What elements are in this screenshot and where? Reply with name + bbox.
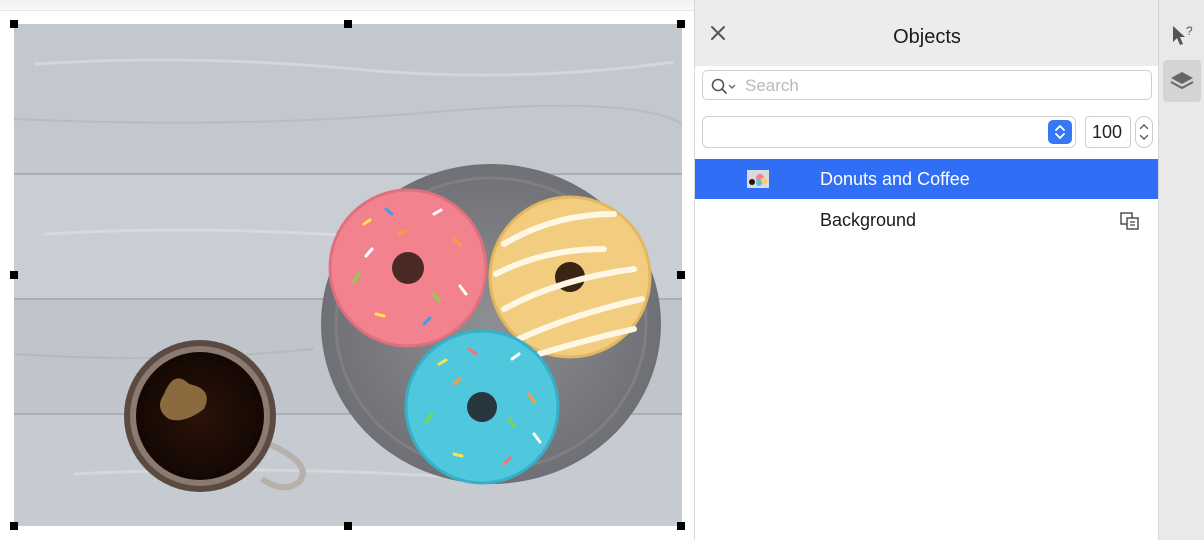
docker-header: Objects	[695, 0, 1159, 66]
donuts-and-coffee-image[interactable]	[14, 24, 682, 526]
objects-layers-icon	[1170, 72, 1194, 90]
chevron-up-down-icon[interactable]	[1048, 120, 1072, 144]
hints-icon[interactable]: ?	[1159, 16, 1204, 56]
search-box[interactable]	[702, 70, 1152, 100]
selection-handle-top[interactable]	[344, 20, 352, 28]
object-row-label: Background	[820, 210, 917, 230]
selection-handle-right[interactable]	[677, 271, 685, 279]
object-row-background[interactable]: Background	[695, 200, 1159, 240]
selection-handle-top-left[interactable]	[10, 20, 18, 28]
svg-text:?: ?	[1186, 24, 1193, 38]
layer-properties-icon[interactable]	[1118, 209, 1142, 233]
drawing-canvas[interactable]	[0, 0, 694, 540]
image-thumbnail-icon	[747, 170, 769, 188]
objects-docker: Objects 100 Donuts and Coffee Backg	[694, 0, 1159, 540]
objects-tab[interactable]	[1163, 60, 1201, 102]
docker-tabs: ?	[1158, 0, 1204, 540]
opacity-stepper-icon[interactable]	[1135, 116, 1153, 148]
selection-handle-left[interactable]	[10, 271, 18, 279]
selection-handle-bottom-right[interactable]	[677, 522, 685, 530]
docker-title: Objects	[893, 26, 961, 48]
selection-handle-bottom[interactable]	[344, 522, 352, 530]
ruler-strip	[0, 0, 694, 11]
search-icon[interactable]	[711, 76, 741, 96]
layer-select[interactable]	[702, 116, 1076, 148]
search-input[interactable]	[743, 74, 1147, 98]
selection-handle-bottom-left[interactable]	[10, 522, 18, 530]
object-row-donuts-and-coffee[interactable]: Donuts and Coffee	[695, 159, 1159, 199]
object-row-label: Donuts and Coffee	[820, 169, 970, 189]
opacity-field[interactable]: 100	[1085, 116, 1131, 148]
selection-handle-top-right[interactable]	[677, 20, 685, 28]
